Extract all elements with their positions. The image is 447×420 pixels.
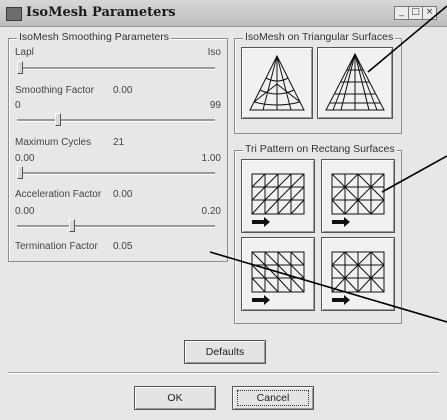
- callout-line-tri: [367, 5, 447, 73]
- isomesh-parameters-dialog: IsoMesh Parameters _ □ × IsoMesh Smoothi…: [0, 0, 447, 420]
- callout-line-termination: [209, 251, 447, 323]
- callout-line-rect: [381, 155, 447, 193]
- callout-lines: [209, 5, 447, 323]
